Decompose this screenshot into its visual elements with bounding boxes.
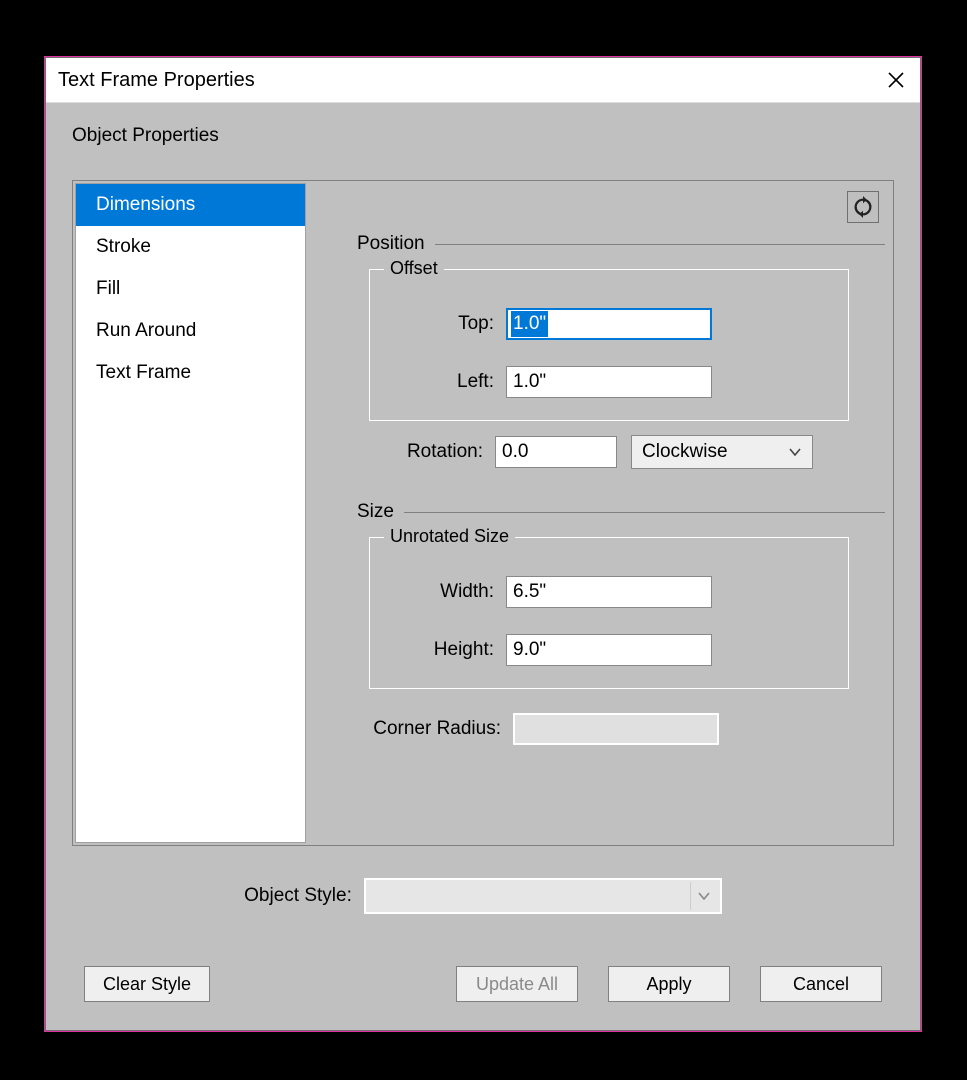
object-style-select[interactable]: [364, 878, 722, 914]
object-style-row: Object Style:: [46, 878, 920, 914]
sidebar-item-dimensions[interactable]: Dimensions: [76, 184, 305, 226]
corner-radius-input[interactable]: [513, 713, 719, 745]
reset-button[interactable]: [847, 191, 879, 223]
object-style-label: Object Style:: [244, 885, 352, 907]
rotation-direction-value: Clockwise: [642, 441, 728, 463]
object-properties-label: Object Properties: [72, 125, 920, 147]
left-input[interactable]: [506, 366, 712, 398]
sidebar-item-run-around[interactable]: Run Around: [76, 310, 305, 352]
corner-radius-label: Corner Radius:: [351, 718, 501, 740]
dimensions-content: Position Offset Top: 1.0" Left:: [309, 181, 893, 845]
clear-style-button[interactable]: Clear Style: [84, 966, 210, 1002]
top-input-selection: 1.0": [511, 311, 548, 337]
offset-legend: Offset: [384, 258, 444, 279]
position-section-header: Position: [357, 233, 885, 255]
height-input[interactable]: [506, 634, 712, 666]
properties-panel: Dimensions Stroke Fill Run Around Text F…: [72, 180, 894, 846]
update-all-button[interactable]: Update All: [456, 966, 578, 1002]
divider: [404, 512, 885, 513]
close-button[interactable]: [882, 66, 910, 94]
chevron-down-icon: [788, 445, 802, 459]
top-label: Top:: [394, 313, 494, 335]
sidebar-item-stroke[interactable]: Stroke: [76, 226, 305, 268]
refresh-icon: [852, 196, 874, 218]
cancel-button[interactable]: Cancel: [760, 966, 882, 1002]
apply-button[interactable]: Apply: [608, 966, 730, 1002]
titlebar: Text Frame Properties: [46, 58, 920, 103]
divider: [435, 244, 885, 245]
rotation-direction-select[interactable]: Clockwise: [631, 435, 813, 469]
unrotated-size-fieldset: Unrotated Size Width: Height:: [369, 537, 849, 689]
rotation-label: Rotation:: [369, 441, 483, 463]
left-label: Left:: [394, 371, 494, 393]
dialog-title: Text Frame Properties: [58, 69, 882, 92]
category-sidebar: Dimensions Stroke Fill Run Around Text F…: [75, 183, 306, 843]
close-icon: [887, 71, 905, 89]
text-frame-properties-dialog: Text Frame Properties Object Properties …: [45, 57, 921, 1031]
size-section-header: Size: [357, 501, 885, 523]
sidebar-item-fill[interactable]: Fill: [76, 268, 305, 310]
sidebar-item-text-frame[interactable]: Text Frame: [76, 352, 305, 394]
size-label: Size: [357, 501, 394, 523]
rotation-input[interactable]: [495, 436, 617, 468]
height-label: Height:: [394, 639, 494, 661]
unrotated-size-legend: Unrotated Size: [384, 526, 515, 547]
width-input[interactable]: [506, 576, 712, 608]
offset-fieldset: Offset Top: 1.0" Left:: [369, 269, 849, 421]
position-label: Position: [357, 233, 425, 255]
button-bar: Clear Style Update All Apply Cancel: [46, 966, 920, 1002]
width-label: Width:: [394, 581, 494, 603]
chevron-down-icon: [690, 882, 718, 910]
